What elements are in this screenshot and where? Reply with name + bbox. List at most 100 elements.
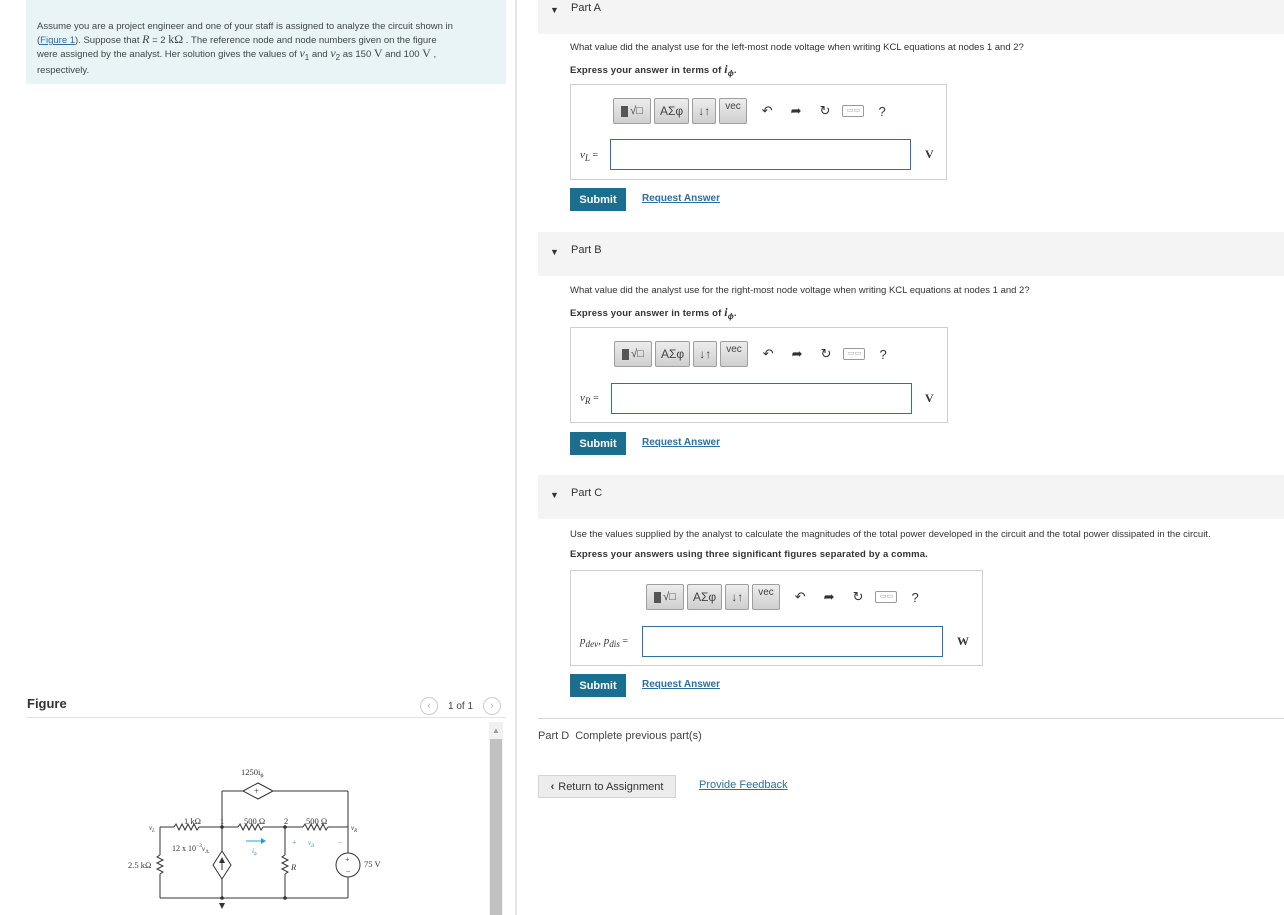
help-button[interactable]: ?	[911, 590, 918, 605]
redo-icon[interactable]: ➦	[792, 346, 803, 362]
part-a-header[interactable]: ▼ Part A	[538, 0, 1284, 34]
problem-statement: Assume you are a project engineer and on…	[26, 0, 506, 84]
vec-button[interactable]: vec	[752, 584, 780, 610]
submit-button[interactable]: Submit	[570, 674, 626, 697]
svg-text:+: +	[254, 786, 259, 796]
help-button[interactable]: ?	[879, 347, 886, 362]
part-a-answer-box: √ □ ΑΣφ ↓↑ vec ↶ ➦ ↻ ▭▭ ? vL = V	[570, 84, 947, 180]
provide-feedback-link[interactable]: Provide Feedback	[699, 779, 788, 791]
part-d-title: Part D	[538, 730, 570, 742]
answer-label: vR =	[580, 392, 599, 407]
scroll-up-icon[interactable]: ▲	[489, 726, 503, 735]
answer-unit: V	[925, 391, 934, 405]
svg-text:+: +	[292, 838, 297, 847]
keyboard-icon[interactable]: ▭▭	[842, 105, 865, 117]
current-arrow-icon	[261, 838, 266, 844]
resistor-2-5k	[155, 854, 165, 875]
part-a-instruction: Express your answer in terms of iϕ.	[570, 62, 737, 78]
part-b-answer-box: √ □ ΑΣφ ↓↑ vec ↶ ➦ ↻ ▭▭ ? vR = V	[570, 327, 948, 423]
part-b-instruction: Express your answer in terms of iϕ.	[570, 305, 737, 321]
svg-text:1: 1	[220, 816, 224, 826]
answer-unit: V	[925, 147, 934, 161]
return-to-assignment-button[interactable]: ‹ Return to Assignment	[538, 775, 676, 798]
arrows-button[interactable]: ↓↑	[725, 584, 750, 610]
template-button[interactable]: √ □	[613, 98, 651, 124]
keyboard-icon[interactable]: ▭▭	[843, 348, 866, 360]
chevron-left-icon[interactable]: ‹	[420, 697, 438, 715]
undo-icon[interactable]: ↶	[763, 346, 774, 362]
svg-text:2.5 kΩ: 2.5 kΩ	[128, 860, 151, 870]
request-answer-link[interactable]: Request Answer	[642, 193, 720, 204]
collapse-triangle-icon[interactable]: ▼	[550, 247, 559, 257]
collapse-triangle-icon[interactable]: ▼	[550, 5, 559, 15]
reset-icon[interactable]: ↻	[821, 346, 832, 362]
request-answer-link[interactable]: Request Answer	[642, 437, 720, 448]
help-button[interactable]: ?	[878, 104, 885, 119]
answer-input[interactable]	[611, 383, 912, 414]
arrows-button[interactable]: ↓↑	[693, 341, 718, 367]
math-toolbar: √ □ ΑΣφ ↓↑ vec ↶ ➦ ↻ ▭▭ ?	[613, 97, 886, 125]
part-b-question: What value did the analyst use for the r…	[570, 285, 1030, 296]
math-toolbar: √ □ ΑΣφ ↓↑ vec ↶ ➦ ↻ ▭▭ ?	[614, 340, 887, 368]
svg-text:iϕ: iϕ	[252, 847, 257, 857]
reset-icon[interactable]: ↻	[820, 103, 831, 119]
chevron-right-icon[interactable]: ›	[483, 697, 502, 715]
greek-button[interactable]: ΑΣφ	[687, 584, 723, 610]
request-answer-link[interactable]: Request Answer	[642, 679, 720, 690]
undo-icon[interactable]: ↶	[795, 589, 806, 605]
part-c-header[interactable]: ▼ Part C	[538, 475, 1284, 519]
undo-icon[interactable]: ↶	[762, 103, 773, 119]
circuit-diagram: 1250iϕ + 1 kΩ 1 500 Ω 2 500 Ω vL vR 12 x…	[128, 767, 381, 909]
part-c-question: Use the values supplied by the analyst t…	[570, 529, 1211, 540]
part-b-header[interactable]: ▼ Part B	[538, 232, 1284, 276]
part-c-answer-box: √ □ ΑΣφ ↓↑ vec ↶ ➦ ↻ ▭▭ ? pdev, pdis = W	[570, 570, 983, 666]
figure-title: Figure	[27, 696, 67, 711]
part-d-row: Part D Complete previous part(s)	[538, 730, 702, 742]
part-d-status: Complete previous part(s)	[575, 730, 702, 742]
figure-divider	[26, 717, 506, 718]
redo-icon[interactable]: ➦	[824, 589, 835, 605]
svg-text:vR: vR	[351, 824, 357, 834]
part-c-title: Part C	[571, 487, 603, 499]
svg-text:vL: vL	[149, 824, 155, 834]
vec-button[interactable]: vec	[720, 341, 748, 367]
keyboard-icon[interactable]: ▭▭	[875, 591, 898, 603]
answer-input[interactable]	[642, 626, 943, 657]
submit-button[interactable]: Submit	[570, 188, 626, 211]
figure-link[interactable]: Figure 1	[40, 35, 75, 46]
part-a-title: Part A	[571, 2, 601, 14]
svg-text:75 V: 75 V	[364, 859, 381, 869]
answer-input[interactable]	[610, 139, 911, 170]
part-b-title: Part B	[571, 244, 602, 256]
greek-button[interactable]: ΑΣφ	[655, 341, 691, 367]
pane-divider[interactable]	[515, 0, 517, 915]
part-d-divider	[538, 718, 1284, 719]
chevron-left-icon: ‹	[550, 780, 555, 793]
part-c-instruction: Express your answers using three signifi…	[570, 549, 928, 560]
svg-text:1 kΩ: 1 kΩ	[184, 816, 201, 826]
submit-button[interactable]: Submit	[570, 432, 626, 455]
svg-text:−: −	[346, 867, 351, 876]
reset-icon[interactable]: ↻	[853, 589, 864, 605]
figure-scrollbar[interactable]: ▲	[489, 722, 503, 915]
figure-nav: ‹ 1 of 1 ›	[420, 697, 502, 715]
scroll-thumb[interactable]	[490, 739, 502, 915]
svg-text:vΔ: vΔ	[308, 839, 314, 849]
answer-label: vL =	[580, 149, 599, 164]
left-pane: Assume you are a project engineer and on…	[0, 0, 515, 915]
template-button[interactable]: √ □	[614, 341, 652, 367]
figure-counter: 1 of 1	[448, 700, 474, 712]
svg-text:2: 2	[284, 816, 288, 826]
redo-icon[interactable]: ➦	[791, 103, 802, 119]
svg-text:500 Ω: 500 Ω	[306, 816, 327, 826]
arrows-button[interactable]: ↓↑	[692, 98, 717, 124]
vec-button[interactable]: vec	[719, 98, 747, 124]
svg-text:500 Ω: 500 Ω	[244, 816, 265, 826]
svg-text:+: +	[345, 855, 350, 864]
math-toolbar: √ □ ΑΣφ ↓↑ vec ↶ ➦ ↻ ▭▭ ?	[646, 583, 919, 611]
svg-text:1250iϕ: 1250iϕ	[241, 767, 264, 779]
template-button[interactable]: √ □	[646, 584, 684, 610]
svg-text:R: R	[290, 862, 297, 872]
greek-button[interactable]: ΑΣφ	[654, 98, 690, 124]
collapse-triangle-icon[interactable]: ▼	[550, 490, 559, 500]
